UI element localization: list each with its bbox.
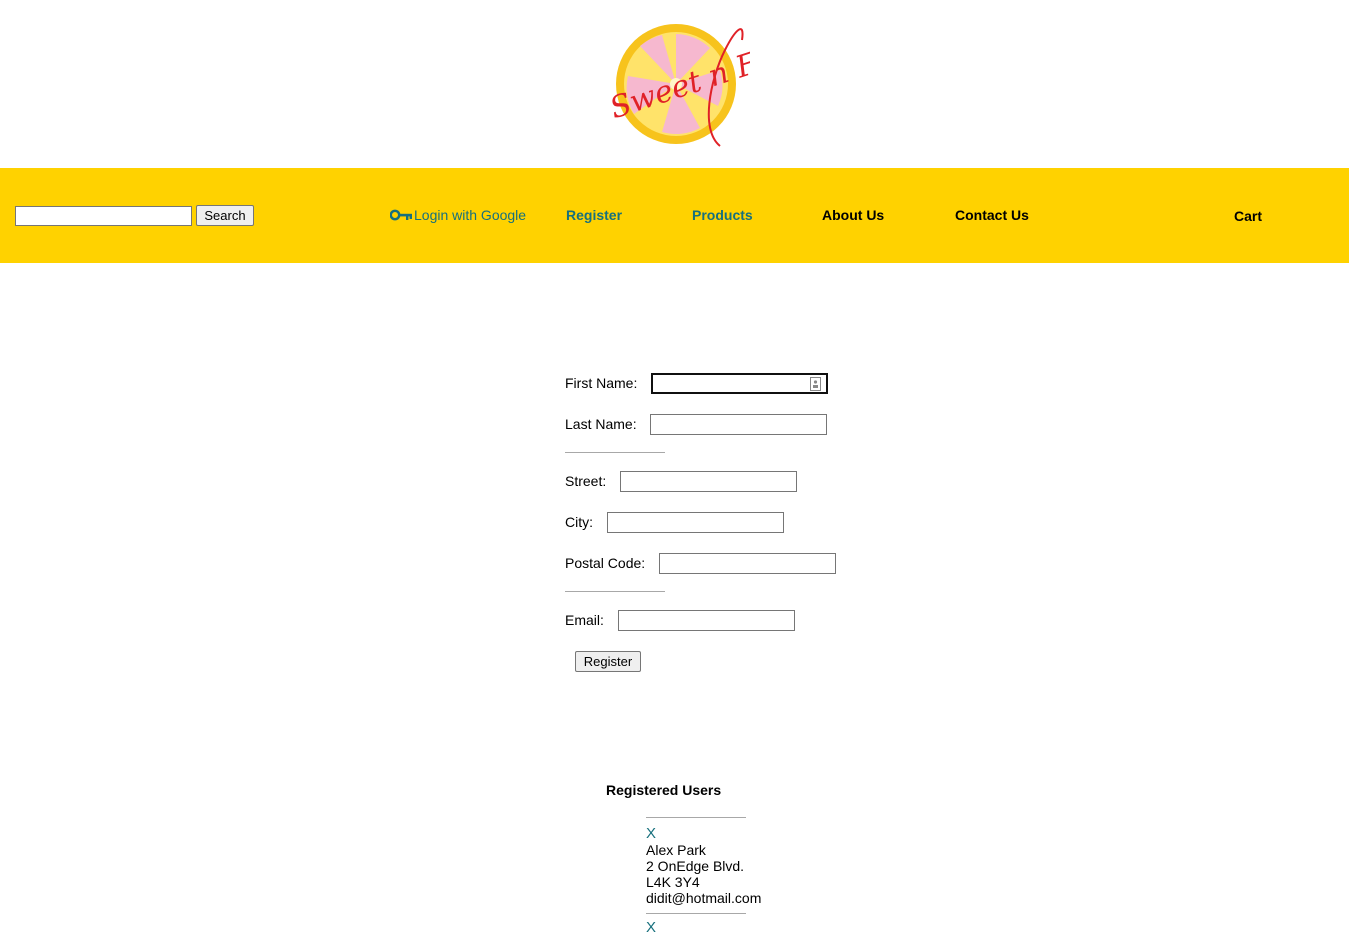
user-entry: X Alex Park 2 OnEdge Blvd. L4K 3Y4 didit… <box>646 826 762 907</box>
site-logo[interactable]: Sweet n Fun <box>600 10 799 155</box>
user-entry: X <box>646 920 656 936</box>
first-name-field[interactable] <box>651 373 828 394</box>
login-google-label: Login with Google <box>414 207 527 223</box>
email-label: Email: <box>565 612 604 628</box>
postal-code-field[interactable] <box>659 553 836 574</box>
search-input[interactable] <box>15 206 192 226</box>
city-field[interactable] <box>607 512 784 533</box>
autofill-contact-icon[interactable] <box>810 377 821 391</box>
nav-cart[interactable]: Cart <box>1234 208 1262 224</box>
last-name-label: Last Name: <box>565 416 637 432</box>
nav-about[interactable]: About Us <box>822 207 884 223</box>
divider <box>565 452 665 453</box>
login-google-link[interactable]: Login with Google <box>390 207 526 223</box>
street-field[interactable] <box>620 471 797 492</box>
street-label: Street: <box>565 473 607 489</box>
user-email: didit@hotmail.com <box>646 890 762 906</box>
user-street: 2 OnEdge Blvd. <box>646 858 745 874</box>
first-name-label: First Name: <box>565 375 638 391</box>
remove-user-link[interactable]: X <box>646 826 761 842</box>
nav-contact[interactable]: Contact Us <box>955 207 1029 223</box>
city-label: City: <box>565 514 593 530</box>
registered-users-title: Registered Users <box>606 782 722 798</box>
search-button[interactable]: Search <box>196 205 254 226</box>
register-submit-button[interactable]: Register <box>575 651 641 672</box>
key-icon <box>390 209 412 221</box>
last-name-field[interactable] <box>650 414 827 435</box>
user-postal: L4K 3Y4 <box>646 874 700 890</box>
postal-code-label: Postal Code: <box>565 555 646 571</box>
divider <box>646 913 746 914</box>
nav-products[interactable]: Products <box>692 207 753 223</box>
remove-user-link[interactable]: X <box>646 920 656 936</box>
nav-register[interactable]: Register <box>566 207 622 223</box>
user-name: Alex Park <box>646 842 706 858</box>
logo-graphic: Sweet n Fun <box>606 24 799 147</box>
divider <box>646 817 746 818</box>
divider <box>565 591 665 592</box>
email-field[interactable] <box>618 610 795 631</box>
